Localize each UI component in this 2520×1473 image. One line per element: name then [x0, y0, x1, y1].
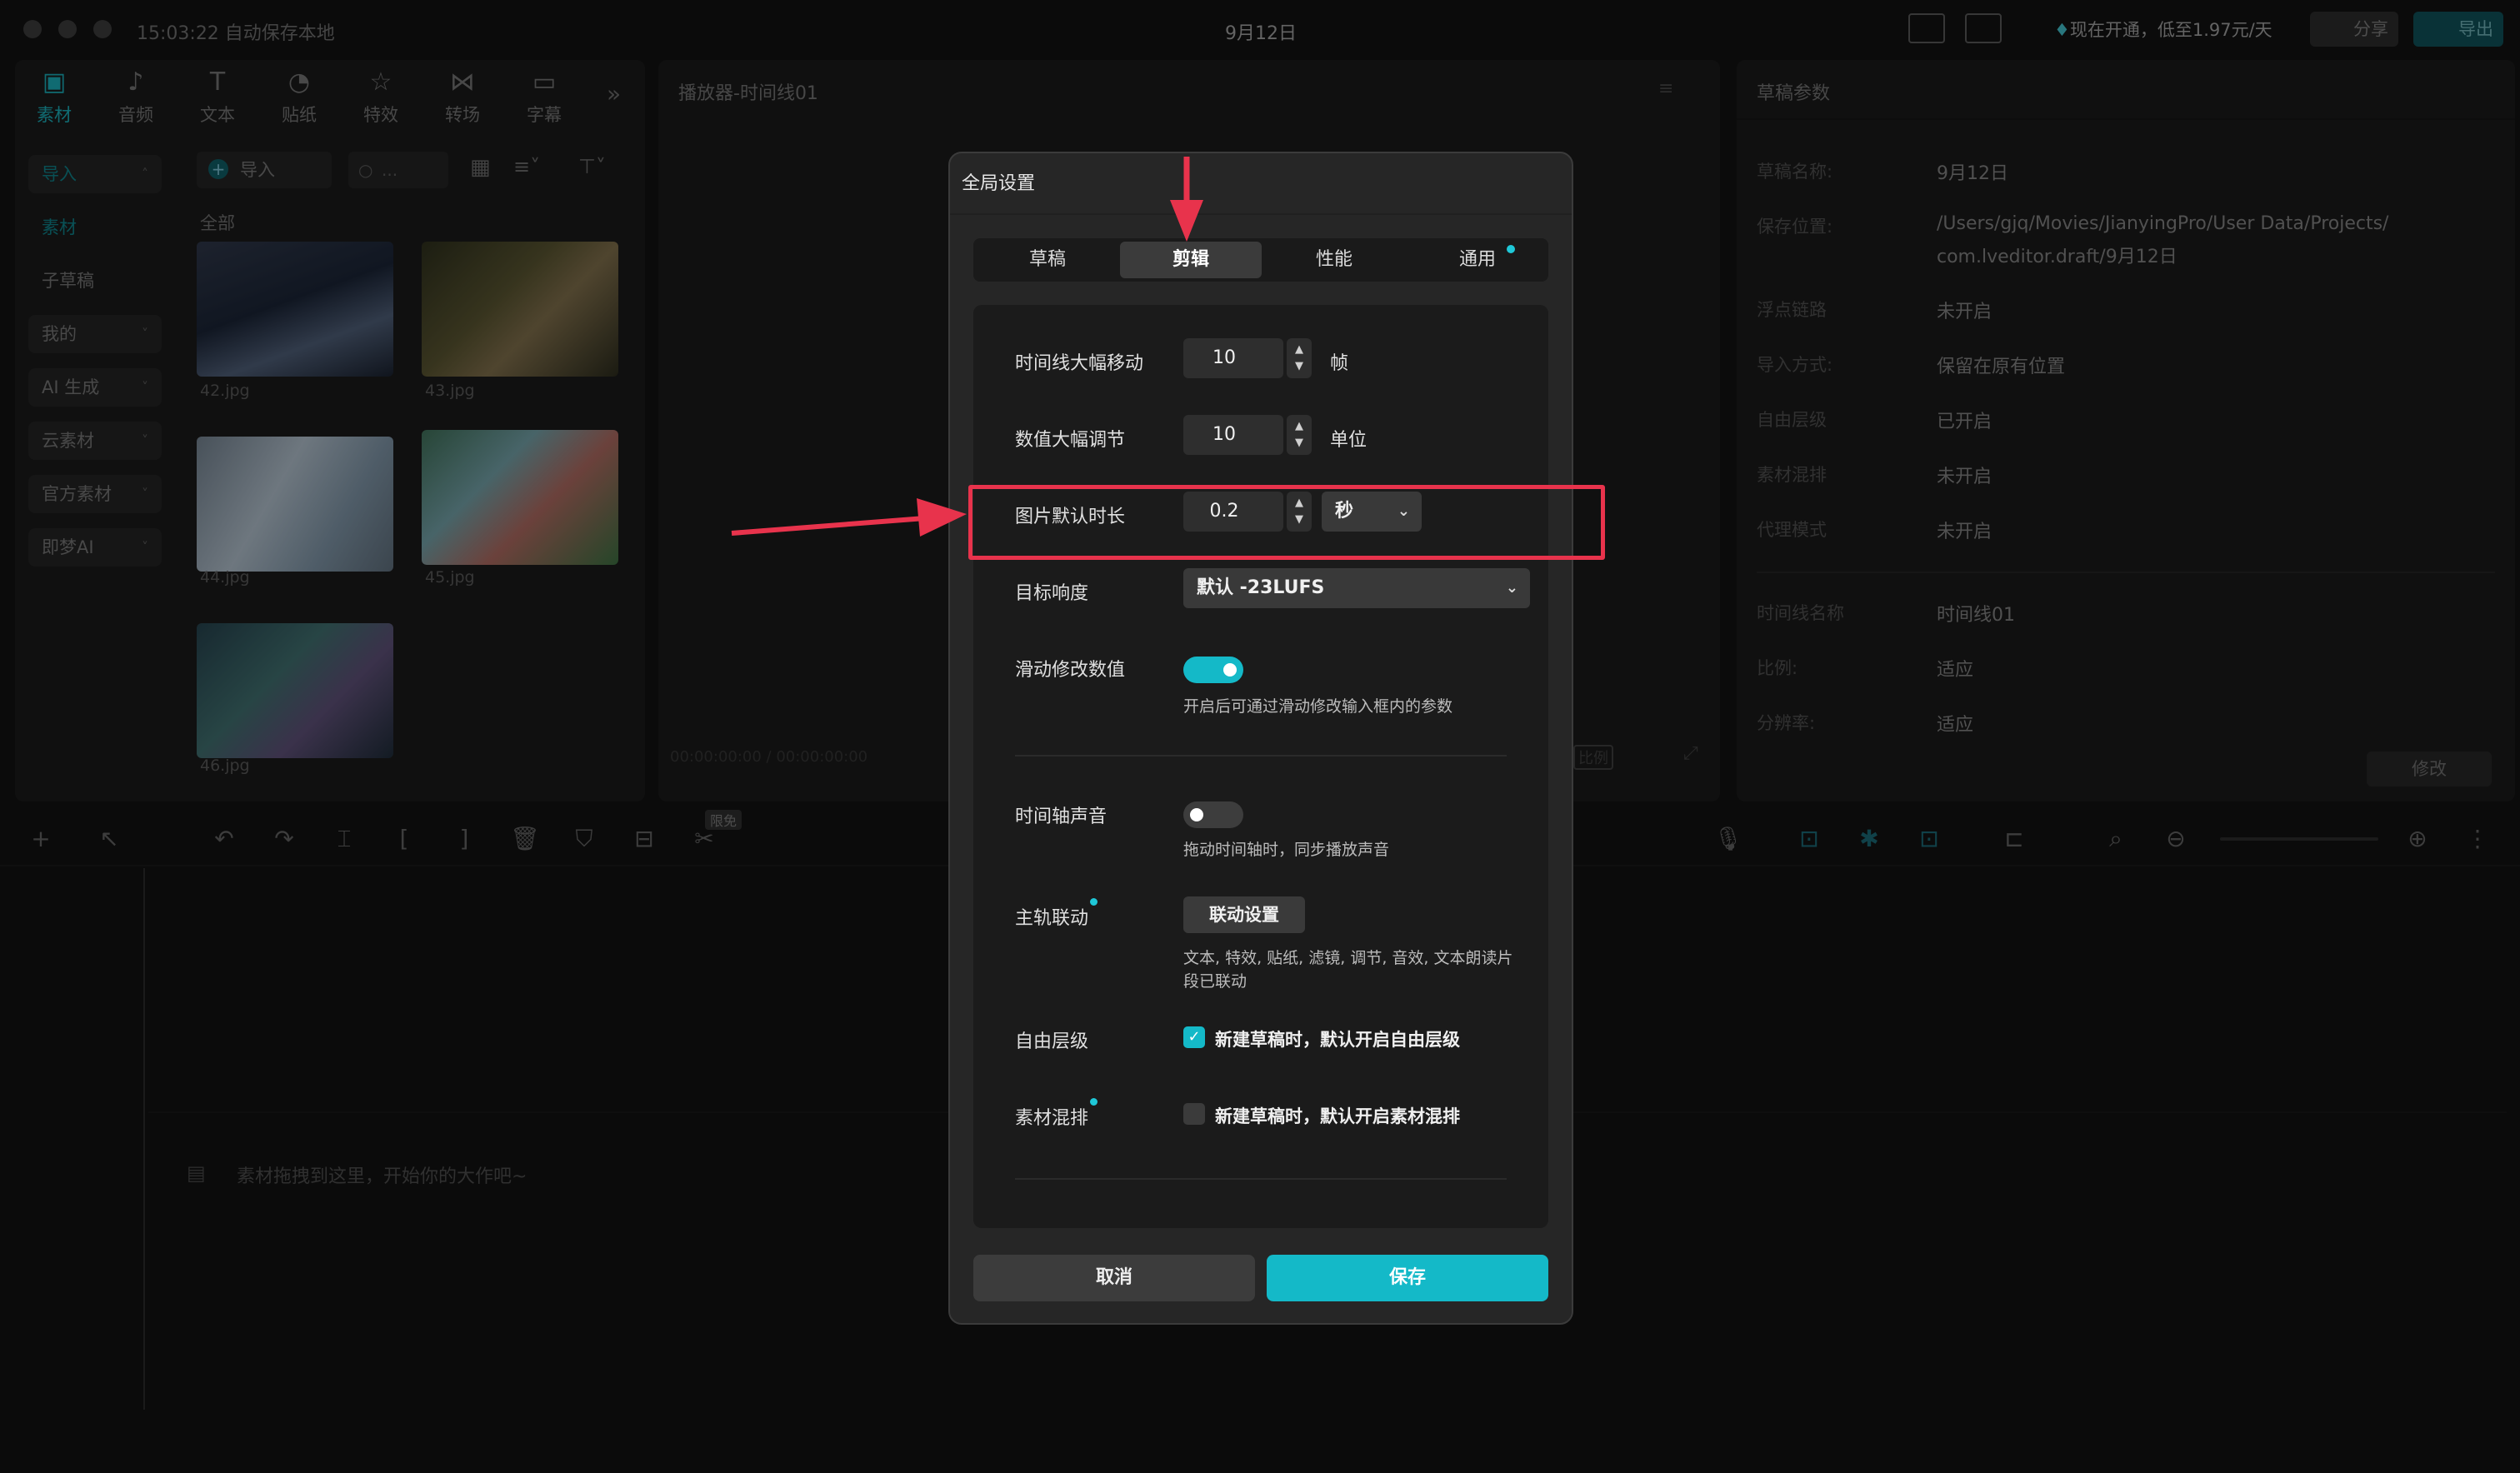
right-arrow-head [917, 498, 967, 537]
annotation-arrows [731, 157, 1203, 537]
right-arrow-shaft [731, 516, 926, 536]
down-arrow-head [1170, 200, 1203, 242]
app-window: 15:03:22 自动保存本地 9月12日 ♦现在开通，低至1.97元/天 分享… [0, 0, 2520, 1473]
